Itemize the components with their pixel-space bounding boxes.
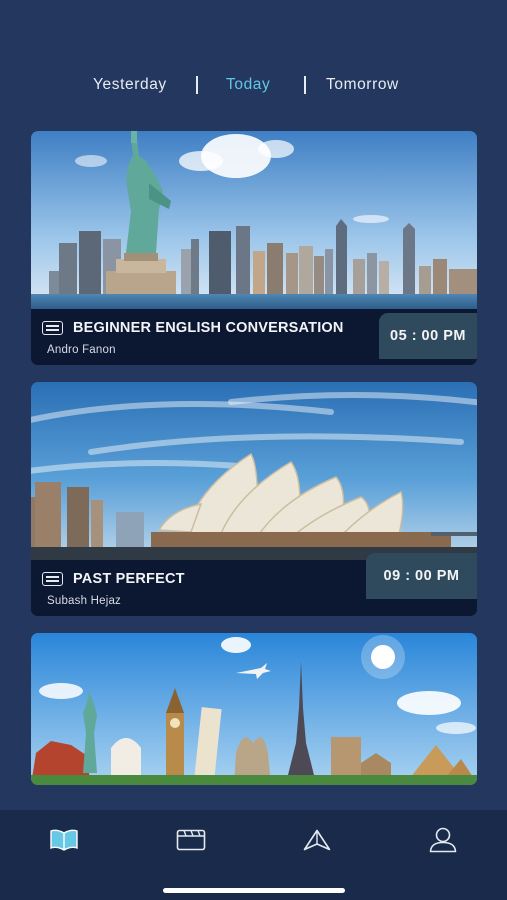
- class-card[interactable]: [31, 633, 477, 785]
- class-card[interactable]: PAST PERFECT Subash Hejaz 09 : 00 PM: [31, 382, 477, 616]
- day-tabs: Yesterday Today Tomorrow: [0, 76, 507, 98]
- teacher-name: Andro Fanon: [47, 344, 116, 356]
- teacher-name: Subash Hejaz: [47, 595, 121, 607]
- tab-today[interactable]: Today: [226, 76, 270, 94]
- user-icon: [429, 827, 457, 853]
- nav-user-icon[interactable]: [423, 820, 463, 860]
- tab-divider: [196, 76, 198, 94]
- class-info: BEGINNER ENGLISH CONVERSATION Andro Fano…: [31, 309, 477, 365]
- class-image-new-york: [31, 131, 477, 309]
- video-icon: [176, 829, 206, 851]
- class-image-sydney: [31, 382, 477, 560]
- class-title: BEGINNER ENGLISH CONVERSATION: [73, 320, 344, 336]
- tab-divider: [304, 76, 306, 94]
- chat-icon: [42, 572, 63, 586]
- book-icon: [50, 829, 78, 851]
- class-info: PAST PERFECT Subash Hejaz 09 : 00 PM: [31, 553, 477, 616]
- class-title: PAST PERFECT: [73, 571, 185, 587]
- home-indicator[interactable]: [163, 888, 345, 893]
- class-time-badge: 09 : 00 PM: [366, 553, 477, 599]
- class-image-world-landmarks: [31, 633, 477, 785]
- tab-yesterday[interactable]: Yesterday: [93, 76, 167, 94]
- tab-tomorrow[interactable]: Tomorrow: [326, 76, 399, 94]
- nav-video-icon[interactable]: [171, 820, 211, 860]
- class-card[interactable]: BEGINNER ENGLISH CONVERSATION Andro Fano…: [31, 131, 477, 365]
- nav-send-icon[interactable]: [297, 820, 337, 860]
- chat-icon: [42, 321, 63, 335]
- nav-book-icon[interactable]: [44, 820, 84, 860]
- bottom-navigation: [0, 810, 507, 900]
- send-icon: [303, 829, 331, 851]
- class-time-badge: 05 : 00 PM: [379, 313, 477, 359]
